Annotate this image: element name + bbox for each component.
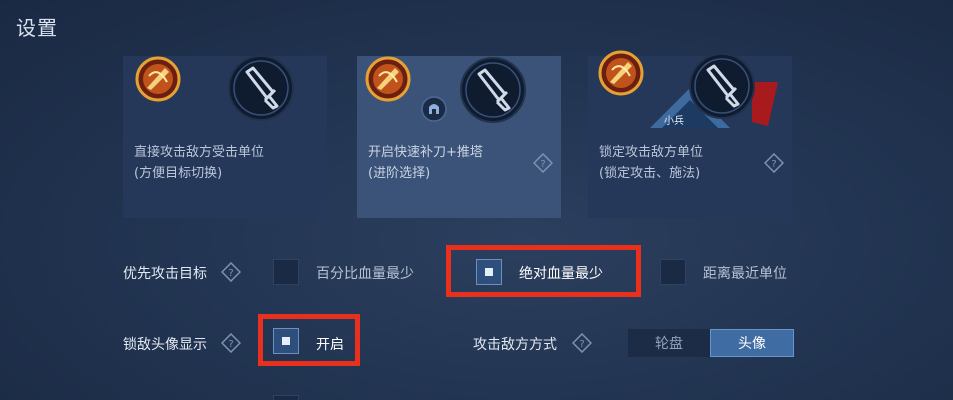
helmet-icon [421, 96, 447, 122]
svg-text:?: ? [771, 159, 776, 170]
minion-label: 小兵 [664, 116, 684, 127]
help-icon[interactable]: ? [533, 153, 553, 173]
option-percent-hp-lowest[interactable]: 百分比血量最少 [316, 263, 414, 283]
svg-text:?: ? [228, 339, 233, 350]
fire-blade-emblem-icon [598, 50, 644, 96]
card-description: 锁定攻击敌方单位 (锁定攻击、施法) [599, 145, 704, 181]
attack-mode-card-quick-lasthit[interactable]: 开启快速补刀+推塔 (进阶选择) ? [357, 56, 561, 218]
help-icon[interactable]: ? [572, 333, 592, 353]
checkbox-partial[interactable] [273, 395, 299, 400]
attack-mode-segmented-control: 轮盘 头像 [628, 329, 794, 357]
checkbox-lock-avatar-on[interactable] [273, 328, 299, 354]
attack-mode-card-direct[interactable]: 直接攻击敌方受击单位 (方便目标切换) [123, 55, 327, 218]
fire-blade-emblem-icon [135, 56, 181, 102]
checkbox-percent-hp-lowest[interactable] [273, 259, 299, 285]
sword-icon [460, 57, 526, 123]
card-description: 直接攻击敌方受击单位 (方便目标切换) [134, 145, 265, 181]
sword-icon [228, 55, 294, 121]
card-description: 开启快速补刀+推塔 (进阶选择) [368, 145, 483, 181]
attack-mode-card-lock[interactable]: 小兵 锁定攻击敌方单位 (锁定攻击、施法) ? [588, 50, 792, 218]
help-icon[interactable]: ? [221, 262, 241, 282]
option-lock-avatar-on[interactable]: 开启 [316, 334, 344, 354]
fire-blade-emblem-icon [365, 56, 411, 102]
option-nearest-unit[interactable]: 距离最近单位 [703, 263, 787, 283]
help-icon[interactable]: ? [221, 333, 241, 353]
attack-mode-label: 攻击敌方方式 [473, 337, 557, 353]
priority-target-label: 优先攻击目标 [123, 266, 207, 282]
option-absolute-hp-lowest[interactable]: 绝对血量最少 [519, 263, 603, 283]
segment-avatar[interactable]: 头像 [710, 329, 794, 357]
svg-text:?: ? [540, 159, 545, 170]
checkbox-nearest-unit[interactable] [660, 259, 686, 285]
sword-icon [689, 53, 755, 119]
segment-wheel[interactable]: 轮盘 [628, 329, 710, 357]
checkbox-absolute-hp-lowest[interactable] [476, 259, 502, 285]
svg-text:?: ? [579, 339, 584, 350]
lock-avatar-label: 锁敌头像显示 [123, 337, 207, 353]
help-icon[interactable]: ? [764, 153, 784, 173]
svg-text:?: ? [228, 268, 233, 279]
page-title: 设置 [16, 16, 58, 40]
